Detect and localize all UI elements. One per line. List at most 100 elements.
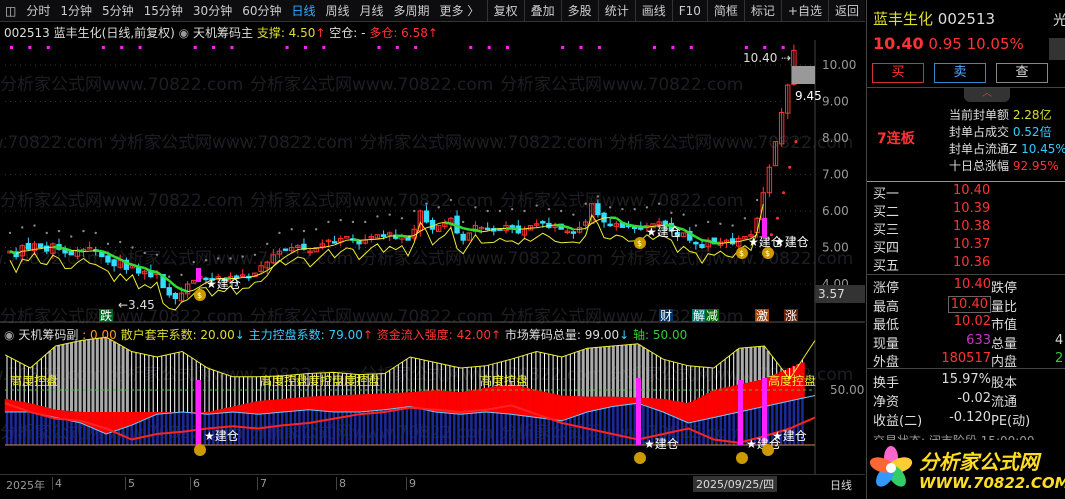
stat-value: 10.40 xyxy=(947,295,991,313)
signal-dot xyxy=(597,46,601,49)
change-pct: 10.05% xyxy=(966,35,1024,53)
trail-dot xyxy=(621,207,624,211)
sell-button[interactable]: 卖 xyxy=(934,63,986,83)
candle xyxy=(595,203,601,216)
stock-code: 002513 xyxy=(937,10,996,28)
ma-line-segment xyxy=(615,216,624,224)
signal-dot xyxy=(285,46,289,49)
watermark: 分析家公式网www.70822.com xyxy=(110,133,353,153)
seal-row: 封单占成交 0.52倍 xyxy=(949,123,1052,141)
signal-label: ★建仓 xyxy=(772,429,807,443)
stat-row: 最低 10.02 市值 xyxy=(873,314,1063,333)
bid-price: 10.37 xyxy=(953,237,991,252)
signal-dot xyxy=(303,46,307,49)
candle xyxy=(331,241,338,244)
bid-row: 买五 10.36 xyxy=(873,255,990,274)
indicator-menu-icon[interactable]: ◉ xyxy=(4,328,14,342)
trail-dot xyxy=(363,220,367,224)
money-bag-icon xyxy=(762,444,774,456)
trail-dot xyxy=(788,165,792,169)
date-axis: 2025年 4 5 6 7 8 9 2025/09/25/四 日线 xyxy=(0,474,865,492)
bid-label: 买三 xyxy=(873,223,900,238)
signal-dot xyxy=(414,46,418,49)
candle xyxy=(111,259,117,267)
trail-dot xyxy=(706,220,710,224)
change: 0.95 xyxy=(928,35,962,53)
seal-row: 十日总涨幅 92.95% xyxy=(949,157,1059,175)
watermark: 分析家公式网www.70822.com xyxy=(250,191,493,211)
buy-button[interactable]: 买 xyxy=(872,63,924,83)
trail-dot xyxy=(633,207,636,211)
candle xyxy=(166,287,172,296)
ma-line-segment xyxy=(524,227,531,230)
trail-dot xyxy=(351,220,355,224)
ma-line-segment xyxy=(481,230,488,233)
axis-value: 轴: 50.00 xyxy=(633,328,688,342)
bid-price: 10.39 xyxy=(953,201,991,216)
chip-total: 市场筹码总量: 99.00 xyxy=(504,328,620,342)
signal-label: ★建仓 xyxy=(644,437,679,451)
logo-url: WWW.70822.COM xyxy=(919,474,1065,492)
bid-label: 买二 xyxy=(873,205,900,220)
tag-5: 涨 xyxy=(785,308,797,323)
trail-dot xyxy=(449,198,453,202)
collapse-chevron-icon[interactable]: ︿ xyxy=(964,88,1010,102)
ma-line-segment xyxy=(444,221,452,225)
stat-row: 净资 -0.02 流通 xyxy=(873,391,1063,410)
ma-line-segment xyxy=(536,226,543,229)
ma-line-segment xyxy=(260,270,268,275)
trail-dot xyxy=(474,206,477,209)
ma-line-segment xyxy=(738,239,745,243)
trail-dot xyxy=(315,228,318,231)
kline-chart[interactable]: 分析家公式网www.70822.com 分析家公式网www.70822.com 分析… xyxy=(0,0,865,499)
signal-dot xyxy=(579,46,583,49)
query-button[interactable]: 查 xyxy=(996,63,1048,83)
signal-dot xyxy=(120,46,124,49)
stat-label: 净资 xyxy=(873,395,900,410)
trail-dot xyxy=(131,246,134,249)
seal-row: 当前封单额 2.28亿 xyxy=(949,106,1052,124)
stat-value: 633 xyxy=(966,332,991,348)
trail-dot xyxy=(486,209,489,213)
signal-dot xyxy=(138,46,142,49)
watermark: 分析家公式网www.70822.com xyxy=(360,249,603,269)
cursor-price: 3.57 xyxy=(818,287,845,301)
clipped-text: 光 xyxy=(1053,13,1065,29)
trail-dot xyxy=(192,260,195,264)
quote-panel: 蓝丰生化 002513 光 10.40 0.95 10.05% 买 卖 查 ︿ … xyxy=(866,0,1065,499)
low-label: ←3.45 xyxy=(118,298,155,312)
ma-line-segment xyxy=(438,221,445,224)
candle xyxy=(607,223,613,227)
signal-dot xyxy=(561,46,565,49)
date-label: 4 xyxy=(52,477,62,490)
seal-label: 当前封单额 xyxy=(949,108,1010,122)
signal-dot xyxy=(781,46,785,49)
ma-line-segment xyxy=(181,288,189,293)
limit-streak: 7连板 xyxy=(877,131,915,147)
candle xyxy=(540,221,546,224)
signal-dot xyxy=(487,46,491,49)
trail-dot xyxy=(608,206,612,209)
trail-dot xyxy=(694,224,698,227)
seal-row: 封单占流通Z 10.45% xyxy=(949,140,1065,158)
watermark: 分析家公式网www.70822.com xyxy=(500,191,743,211)
trail-dot xyxy=(327,220,330,224)
ma-line-segment xyxy=(475,228,482,234)
signal-dot xyxy=(653,46,657,49)
candle xyxy=(105,255,111,263)
stat-value2: 2 xyxy=(1055,351,1064,366)
ma-line-segment xyxy=(701,238,709,243)
stat-label: 现量 xyxy=(873,336,900,352)
y-tick-label: 9.00 xyxy=(822,95,849,109)
signal-dot xyxy=(395,46,399,49)
bid-row: 买三 10.38 xyxy=(873,219,990,238)
signal-label: ★建仓 xyxy=(206,277,241,291)
ma-line-segment xyxy=(328,244,335,247)
sub-indicator-name[interactable]: 天机筹码副 xyxy=(18,328,78,342)
inflow-strength: 资金流入强度: 42.00 xyxy=(376,328,491,342)
ma-line-segment xyxy=(560,224,568,229)
date-label: 7 xyxy=(257,477,267,490)
stat-value: 10.02 xyxy=(953,314,991,329)
stat-label2: 流通 xyxy=(991,395,1018,410)
candle xyxy=(423,210,430,223)
